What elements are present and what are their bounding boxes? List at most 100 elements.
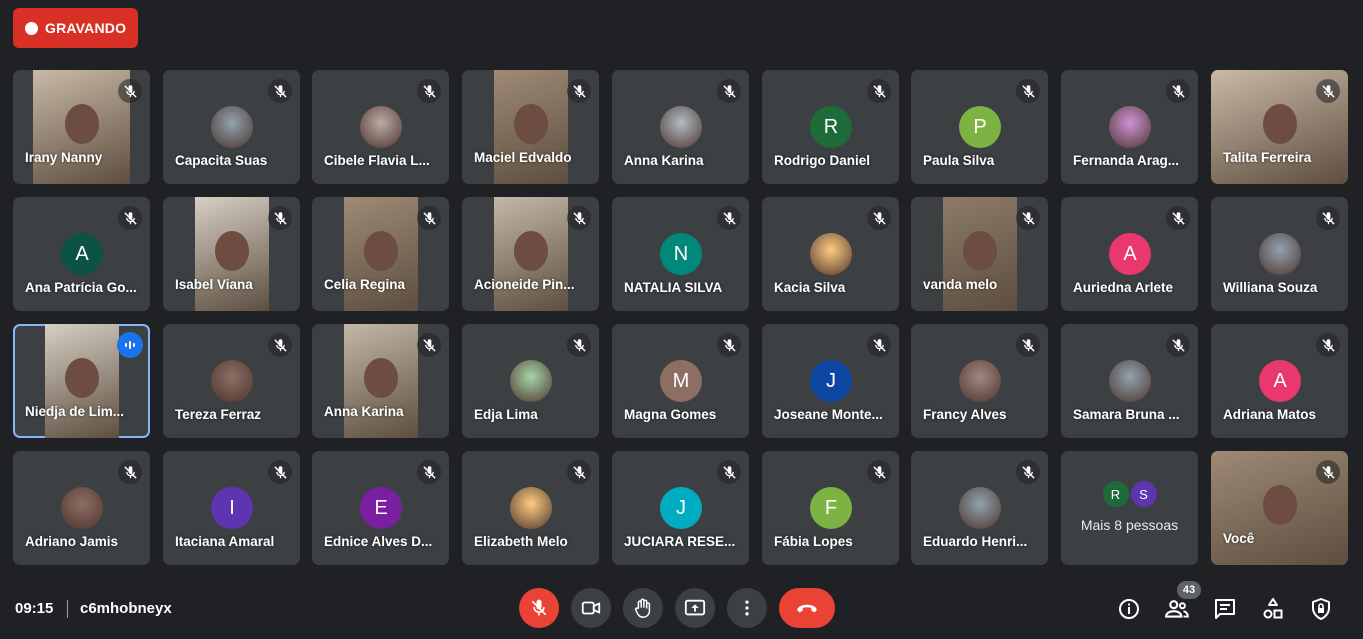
participant-tile[interactable]: Irany Nanny <box>13 70 150 184</box>
mic-off-icon <box>867 79 891 103</box>
mic-off-icon <box>1316 206 1340 230</box>
raise-hand-icon <box>634 598 651 618</box>
mic-off-icon <box>717 79 741 103</box>
participant-photo <box>211 106 253 148</box>
participant-video <box>33 70 130 184</box>
meeting-details-button[interactable] <box>1116 596 1142 622</box>
participant-tile[interactable]: Acioneide Pin... <box>462 197 599 311</box>
mic-off-icon <box>268 79 292 103</box>
activities-button[interactable] <box>1260 596 1286 622</box>
participant-tile[interactable]: A Adriana Matos <box>1211 324 1348 438</box>
participant-tile[interactable]: Você <box>1211 451 1348 565</box>
mic-off-icon <box>417 79 441 103</box>
chat-button[interactable] <box>1212 596 1238 622</box>
participant-video <box>344 324 418 438</box>
participant-avatar: E <box>360 487 402 529</box>
participant-tile[interactable]: Francy Alves <box>911 324 1048 438</box>
participant-tile[interactable]: Isabel Viana <box>163 197 300 311</box>
participant-face <box>514 104 548 145</box>
participant-name: Você <box>1223 531 1255 546</box>
participant-tile[interactable]: J Joseane Monte... <box>762 324 899 438</box>
present-screen-button[interactable] <box>675 588 715 628</box>
participant-face <box>1262 104 1297 145</box>
chat-icon <box>1215 599 1235 619</box>
participant-name: Adriana Matos <box>1223 407 1317 422</box>
participant-avatar: I <box>211 487 253 529</box>
info-icon <box>1119 599 1139 619</box>
meeting-time: 09:15 <box>15 600 54 617</box>
participant-name: Cibele Flavia L... <box>324 153 430 168</box>
participant-tile[interactable]: Anna Karina <box>312 324 449 438</box>
participant-avatar: N <box>660 233 702 275</box>
participant-tile[interactable]: Maciel Edvaldo <box>462 70 599 184</box>
people-button[interactable] <box>1164 596 1190 622</box>
camera-toggle-button[interactable] <box>571 588 611 628</box>
mic-off-icon <box>118 460 142 484</box>
participant-video <box>344 197 418 311</box>
participant-tile[interactable]: F Fábia Lopes <box>762 451 899 565</box>
participant-tile[interactable]: Cibele Flavia L... <box>312 70 449 184</box>
participant-tile[interactable]: P Paula Silva <box>911 70 1048 184</box>
participant-photo <box>61 487 103 529</box>
mic-off-icon <box>867 460 891 484</box>
record-dot-icon <box>25 21 38 35</box>
participant-tile[interactable]: E Ednice Alves D... <box>312 451 449 565</box>
host-controls-button[interactable] <box>1308 596 1334 622</box>
participant-tile[interactable]: R Rodrigo Daniel <box>762 70 899 184</box>
participant-face <box>215 231 249 272</box>
participant-tile[interactable]: Eduardo Henri... <box>911 451 1048 565</box>
participant-tile[interactable]: J JUCIARA RESE... <box>612 451 749 565</box>
participant-tile[interactable]: A Ana Patrícia Go... <box>13 197 150 311</box>
participant-tile[interactable]: Capacita Suas <box>163 70 300 184</box>
participant-avatar: M <box>660 360 702 402</box>
participant-name: Francy Alves <box>923 407 1007 422</box>
raise-hand-button[interactable] <box>623 588 663 628</box>
participant-tile[interactable]: vanda melo <box>911 197 1048 311</box>
participant-tile[interactable]: A Auriedna Arlete <box>1061 197 1198 311</box>
more-options-button[interactable] <box>727 588 767 628</box>
camera-icon <box>581 601 601 615</box>
mic-off-icon <box>531 599 547 616</box>
participant-tile[interactable]: Talita Ferreira <box>1211 70 1348 184</box>
participant-photo <box>510 360 552 402</box>
leave-call-button[interactable] <box>779 588 835 628</box>
participant-tile[interactable]: Kacia Silva <box>762 197 899 311</box>
participant-face <box>64 104 99 145</box>
participant-tile[interactable]: R S Mais 8 pessoas <box>1061 451 1198 565</box>
mic-off-icon <box>1316 333 1340 357</box>
participant-tile[interactable]: I Itaciana Amaral <box>163 451 300 565</box>
mic-off-icon <box>268 460 292 484</box>
host-controls-icon <box>1312 598 1330 620</box>
participant-photo <box>1109 360 1151 402</box>
participant-avatar: A <box>1109 233 1151 275</box>
more-vert-icon <box>745 600 749 616</box>
participant-avatar: P <box>959 106 1001 148</box>
participant-tile[interactable]: Edja Lima <box>462 324 599 438</box>
mic-off-icon <box>268 333 292 357</box>
participant-tile[interactable]: Elizabeth Melo <box>462 451 599 565</box>
participant-name: Talita Ferreira <box>1223 150 1312 165</box>
participant-avatar: F <box>810 487 852 529</box>
participant-tile[interactable]: Adriano Jamis <box>13 451 150 565</box>
participant-tile[interactable]: Anna Karina <box>612 70 749 184</box>
participant-tile[interactable]: Niedja de Lim... <box>13 324 150 438</box>
participant-face <box>65 358 99 399</box>
participant-tile[interactable]: Williana Souza <box>1211 197 1348 311</box>
participant-name: Kacia Silva <box>774 280 846 295</box>
participant-avatar: J <box>660 487 702 529</box>
participant-video <box>494 197 568 311</box>
participant-tile[interactable]: Tereza Ferraz <box>163 324 300 438</box>
participant-tile[interactable]: M Magna Gomes <box>612 324 749 438</box>
mic-off-icon <box>1316 79 1340 103</box>
participant-tile[interactable]: Samara Bruna ... <box>1061 324 1198 438</box>
participant-avatar: J <box>810 360 852 402</box>
mic-off-icon <box>1016 333 1040 357</box>
mic-off-icon <box>567 333 591 357</box>
participant-photo <box>1259 233 1301 275</box>
participant-avatar: A <box>1259 360 1301 402</box>
participant-name: Eduardo Henri... <box>923 534 1028 549</box>
participant-tile[interactable]: N NATALIA SILVA <box>612 197 749 311</box>
mic-toggle-button[interactable] <box>519 588 559 628</box>
participant-tile[interactable]: Celia Regina <box>312 197 449 311</box>
participant-tile[interactable]: Fernanda Arag... <box>1061 70 1198 184</box>
